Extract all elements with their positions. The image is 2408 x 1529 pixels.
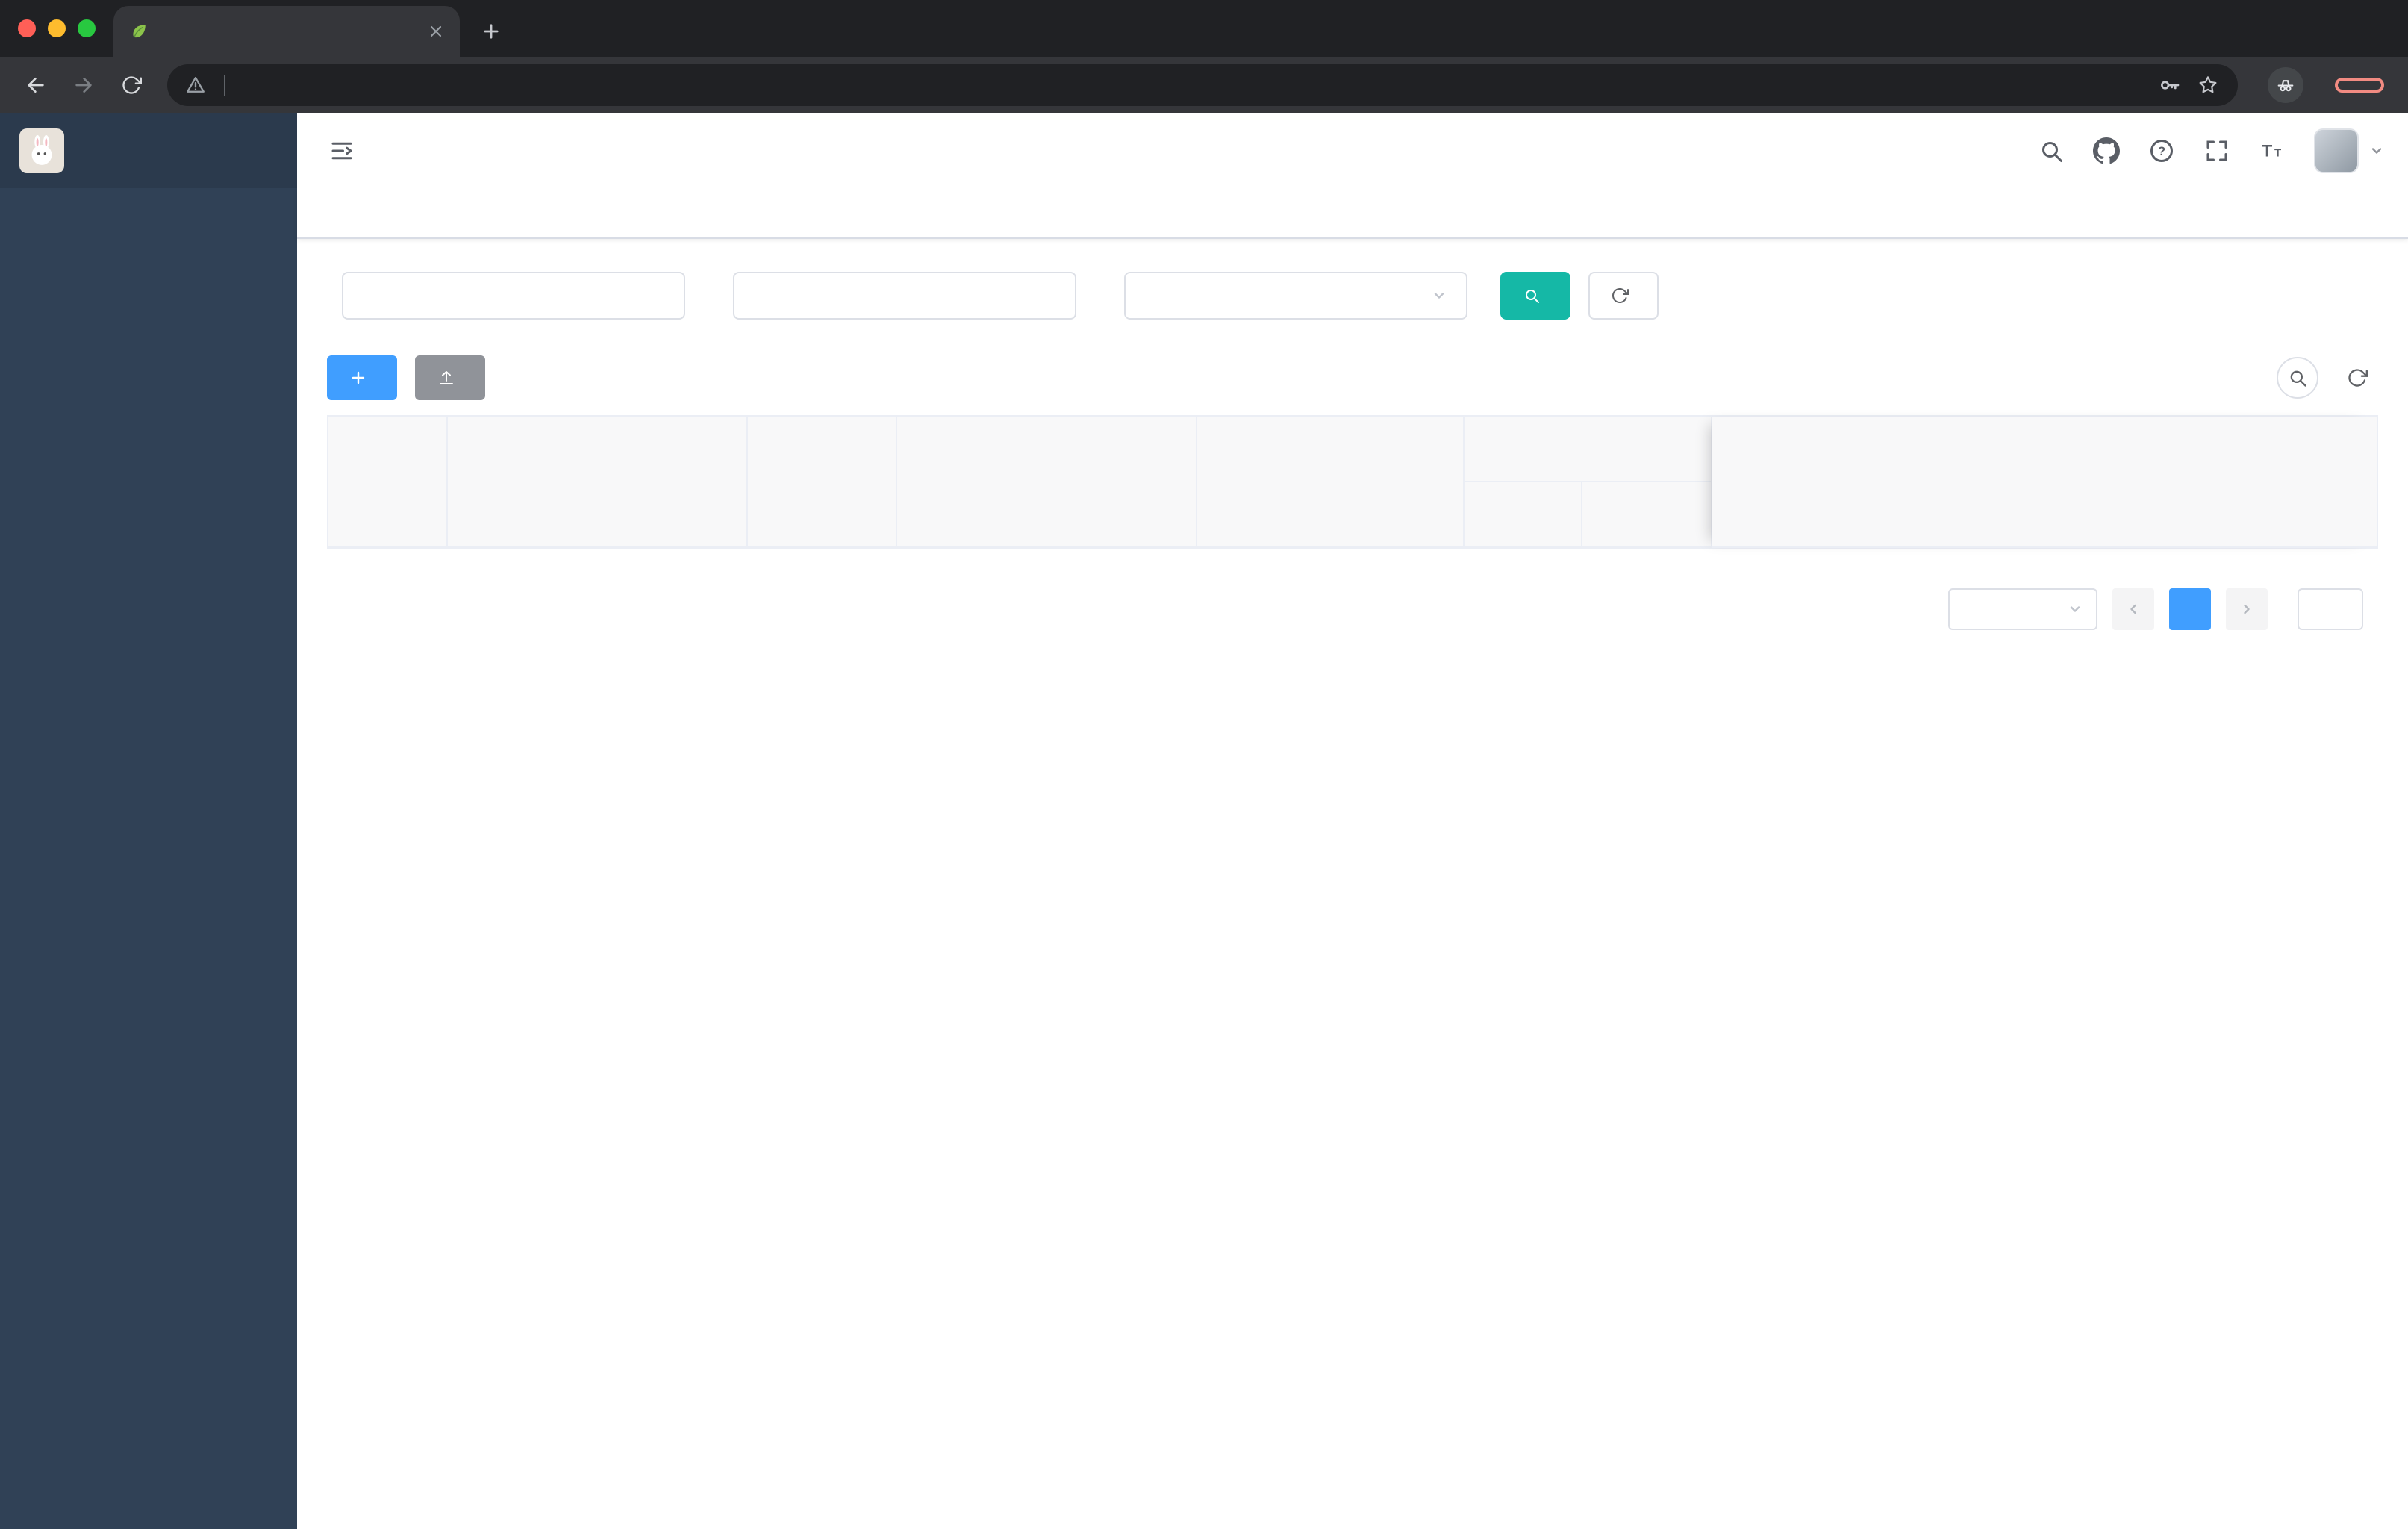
new-tab-button[interactable]: [469, 9, 514, 54]
chevron-right-icon: [2238, 600, 2256, 618]
warning-icon: [185, 75, 206, 96]
window-zoom-button[interactable]: [78, 19, 96, 37]
browser-chrome: [0, 0, 2408, 113]
arrow-left-icon: [24, 73, 48, 97]
browser-tab[interactable]: [113, 6, 460, 57]
refresh-icon: [1611, 287, 1629, 305]
chevron-left-icon: [2124, 600, 2142, 618]
forward-button[interactable]: [63, 64, 105, 106]
category-select[interactable]: [1124, 272, 1467, 320]
column-header: [1197, 417, 1465, 548]
caret-down-icon: [2066, 600, 2084, 618]
column-header: [1582, 482, 1712, 548]
window-minimize-button[interactable]: [48, 19, 66, 37]
plus-icon: [481, 21, 502, 42]
pagination: [327, 588, 2378, 630]
tags-view: [297, 188, 2408, 239]
page-size-select[interactable]: [1948, 588, 2097, 630]
caret-down-icon: [2368, 142, 2386, 160]
create-process-button[interactable]: [327, 355, 397, 400]
upload-icon: [437, 369, 455, 387]
user-menu[interactable]: [2314, 128, 2386, 173]
search-button[interactable]: [1500, 272, 1570, 320]
user-avatar: [2314, 128, 2359, 173]
import-process-button[interactable]: [415, 355, 485, 400]
column-header: [328, 417, 448, 548]
screen: [0, 0, 2408, 1529]
column-group-header: [1465, 417, 1712, 482]
github-icon[interactable]: [2093, 137, 2120, 164]
process-id-input[interactable]: [342, 272, 685, 320]
topbar-icons: [2038, 128, 2386, 173]
search-icon: [1523, 287, 1541, 305]
main-area: [297, 113, 2408, 1529]
next-page-button[interactable]: [2226, 588, 2268, 630]
current-page-button[interactable]: [2169, 588, 2211, 630]
refresh-icon: [2347, 367, 2368, 388]
text-size-icon[interactable]: [2259, 137, 2286, 164]
window-controls: [15, 0, 113, 57]
browser-update-button[interactable]: [2335, 78, 2384, 93]
key-icon[interactable]: [2157, 73, 2181, 97]
logo-avatar: [19, 128, 64, 173]
back-button[interactable]: [15, 64, 57, 106]
process-model-table: [327, 415, 2378, 549]
address-bar[interactable]: [167, 64, 2238, 106]
sidebar: [0, 113, 297, 1529]
favicon-leaf-icon: [128, 21, 149, 42]
tab-close-icon[interactable]: [427, 22, 445, 40]
bookmark-star-icon[interactable]: [2196, 73, 2220, 97]
sidebar-logo[interactable]: [0, 113, 297, 188]
caret-down-icon: [1430, 287, 1448, 305]
reload-button[interactable]: [110, 64, 152, 106]
menu-fold-icon[interactable]: [319, 128, 364, 173]
help-icon[interactable]: [2148, 137, 2175, 164]
incognito-badge: [2268, 67, 2314, 103]
column-header-actions: [1712, 417, 2377, 548]
arrow-right-icon: [72, 73, 96, 97]
search-icon[interactable]: [2038, 137, 2065, 164]
incognito-icon: [2268, 67, 2303, 103]
reload-icon: [121, 75, 142, 96]
table-header: [328, 417, 2377, 548]
prev-page-button[interactable]: [2112, 588, 2154, 630]
app-shell: [0, 113, 2408, 1529]
filter-form: [327, 272, 2378, 320]
page-content: [297, 239, 2408, 1529]
window-close-button[interactable]: [18, 19, 36, 37]
column-header: [1465, 482, 1582, 548]
table-toolbar: [327, 355, 2378, 400]
column-header: [897, 417, 1197, 548]
column-header: [448, 417, 748, 548]
reset-button[interactable]: [1588, 272, 1659, 320]
refresh-table-button[interactable]: [2336, 357, 2378, 399]
process-name-input[interactable]: [733, 272, 1076, 320]
divider: [224, 75, 225, 96]
column-header: [748, 417, 897, 548]
browser-toolbar: [0, 57, 2408, 113]
plus-icon: [349, 369, 367, 387]
search-icon: [2287, 367, 2308, 388]
goto-page-input[interactable]: [2298, 588, 2363, 630]
top-navbar: [297, 113, 2408, 188]
security-badge[interactable]: [185, 75, 213, 96]
browser-tab-strip: [0, 0, 2408, 57]
fullscreen-icon[interactable]: [2203, 137, 2230, 164]
show-search-button[interactable]: [2277, 357, 2318, 399]
